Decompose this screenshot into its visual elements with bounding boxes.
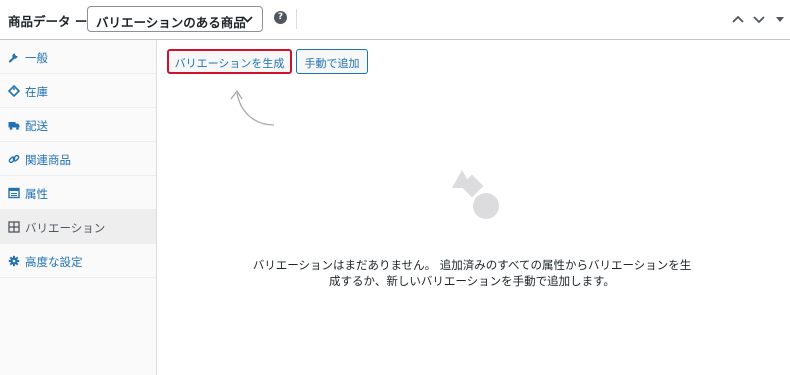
shapes-illustration-icon: [452, 170, 499, 219]
caret-down-icon[interactable]: [772, 12, 788, 26]
tab-advanced[interactable]: 高度な設定: [0, 244, 156, 278]
tab-label: 属性: [25, 187, 48, 201]
add-manually-button[interactable]: 手動で追加: [296, 49, 368, 74]
chevron-up-icon[interactable]: [730, 12, 746, 26]
empty-variations-message: バリエーションはまだありません。 追加済みのすべての属性からバリエーションを生成…: [252, 258, 692, 288]
tab-label: 高度な設定: [25, 255, 83, 269]
tab-label: 一般: [25, 51, 48, 65]
truck-icon: [8, 122, 20, 130]
tab-linked-products[interactable]: 関連商品: [0, 142, 156, 176]
product-type-select[interactable]: バリエーションのある商品: [87, 6, 263, 32]
tab-shipping[interactable]: 配送: [0, 108, 156, 142]
product-data-tabs: 一般 在庫 配送 関連商品 属性 バリエーション 高度な設定: [0, 40, 157, 375]
add-manually-label: 手動で追加: [304, 57, 360, 70]
product-data-title: 商品データ ー: [8, 14, 88, 29]
tab-label: 関連商品: [25, 153, 71, 167]
tab-label: バリエーション: [25, 221, 106, 235]
chevron-down-icon: [242, 16, 253, 23]
tab-attributes[interactable]: 属性: [0, 176, 156, 210]
grid-icon: [8, 221, 20, 233]
curved-arrow-icon: [230, 89, 275, 126]
help-icon[interactable]: ?: [274, 11, 287, 24]
gear-icon: [8, 255, 20, 267]
generate-variations-label: バリエーションを生成: [174, 57, 285, 70]
variations-panel: バリエーションを生成 手動で追加 バリエーションはまだありません。 追加済みのす…: [157, 40, 790, 375]
table-icon: [8, 187, 20, 199]
chevron-down-icon[interactable]: [751, 12, 767, 26]
wrench-icon: [9, 53, 18, 63]
product-type-value: バリエーションのある商品: [96, 15, 246, 30]
tag-icon: [8, 85, 20, 97]
header-divider: [296, 9, 297, 29]
generate-variations-button[interactable]: バリエーションを生成: [167, 49, 292, 74]
tab-inventory[interactable]: 在庫: [0, 74, 156, 108]
tab-variations[interactable]: バリエーション: [0, 210, 156, 244]
tab-label: 配送: [25, 119, 48, 133]
tab-label: 在庫: [25, 85, 48, 99]
link-icon: [8, 154, 20, 164]
product-data-header: 商品データ ー バリエーションのある商品 ?: [0, 0, 790, 40]
tab-general[interactable]: 一般: [0, 40, 156, 74]
